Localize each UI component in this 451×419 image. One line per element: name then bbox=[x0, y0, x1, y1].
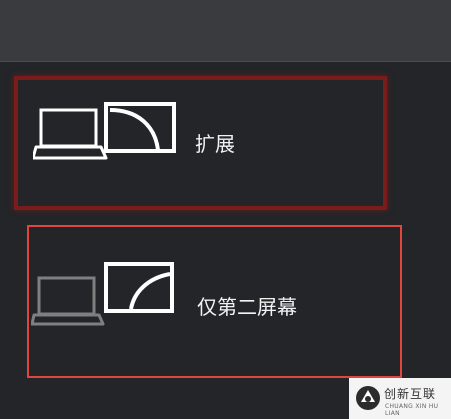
project-display-panel: 扩展 仅第二屏幕 创新互联 CHUANG XIN HU LIAN bbox=[0, 0, 451, 419]
divider bbox=[0, 61, 451, 62]
option-extend-label: 扩展 bbox=[195, 132, 235, 156]
second-screen-only-icon bbox=[30, 262, 186, 336]
brand-logo-icon bbox=[355, 385, 381, 415]
option-extend[interactable]: 扩展 bbox=[14, 76, 387, 210]
option-second-screen-label: 仅第二屏幕 bbox=[197, 295, 297, 319]
top-bar bbox=[0, 0, 451, 62]
brand-watermark: 创新互联 CHUANG XIN HU LIAN bbox=[349, 378, 451, 419]
option-second-screen-only[interactable]: 仅第二屏幕 bbox=[27, 225, 402, 378]
extend-display-icon bbox=[31, 100, 188, 174]
brand-name: 创新互联 bbox=[384, 387, 437, 401]
brand-subtitle: CHUANG XIN HU LIAN bbox=[385, 403, 439, 417]
